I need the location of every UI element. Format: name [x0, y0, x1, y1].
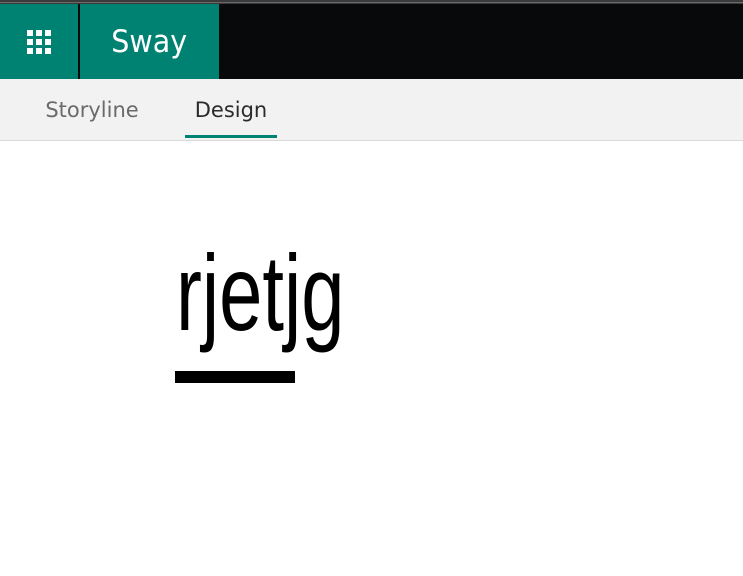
- tab-bar: Storyline Design: [0, 79, 743, 141]
- sway-window: Sway Storyline Design rjetjg: [0, 0, 743, 576]
- tab-design[interactable]: Design: [185, 79, 277, 140]
- title-accent-bar: [175, 371, 295, 383]
- app-launcher-button[interactable]: [0, 4, 78, 79]
- app-name: Sway: [111, 23, 188, 60]
- waffle-icon: [27, 29, 51, 54]
- app-header: Sway: [0, 4, 743, 79]
- card-title[interactable]: rjetjg: [176, 239, 345, 347]
- selected-tab-indicator: [185, 135, 277, 138]
- tab-storyline[interactable]: Storyline: [30, 79, 154, 140]
- design-canvas: rjetjg: [0, 141, 743, 576]
- app-name-button[interactable]: Sway: [80, 4, 219, 79]
